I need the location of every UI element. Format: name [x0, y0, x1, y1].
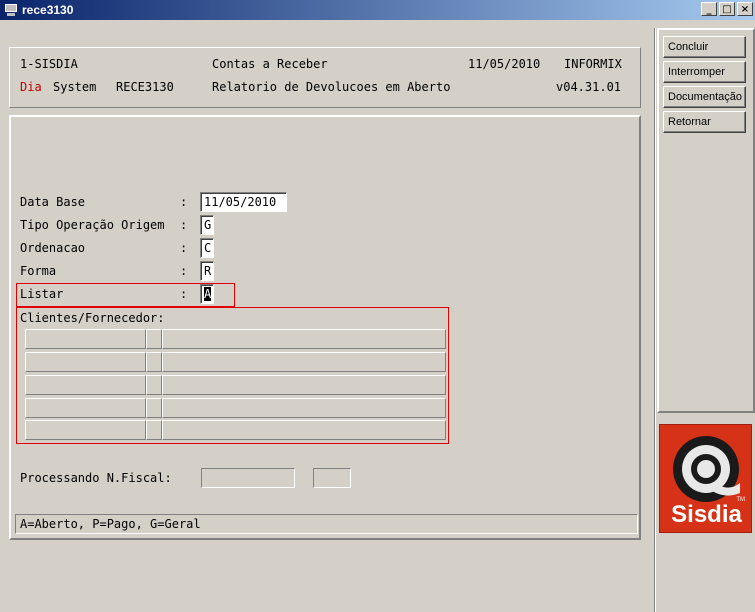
- forma-input[interactable]: R: [200, 261, 214, 281]
- report-title: Relatorio de Devolucoes em Aberto: [212, 80, 451, 94]
- tipo-operacao-input[interactable]: G: [200, 215, 214, 235]
- concluir-button[interactable]: Concluir: [663, 36, 746, 58]
- company-label: 1-SISDIA: [20, 57, 78, 71]
- sisdia-logo-icon: [673, 436, 740, 502]
- ordenacao-input[interactable]: C: [200, 238, 214, 258]
- database-label: INFORMIX: [564, 57, 622, 71]
- documentacao-button[interactable]: Documentação: [663, 86, 746, 108]
- status-help-text: A=Aberto, P=Pago, G=Geral: [15, 514, 638, 534]
- tipo-operacao-label: Tipo Operação Origem: [20, 218, 165, 232]
- logo-text: Sisdia: [671, 501, 742, 528]
- minimize-button[interactable]: _: [701, 2, 717, 16]
- program-label: RECE3130: [116, 80, 174, 94]
- brand-red-text: Dia: [20, 80, 42, 94]
- sisdia-logo: TM Sisdia: [659, 424, 752, 533]
- module-label: Contas a Receber: [212, 57, 328, 71]
- data-base-sep: :: [180, 195, 188, 209]
- forma-sep: :: [180, 264, 188, 278]
- listar-label: Listar: [20, 287, 64, 301]
- listar-input[interactable]: A: [200, 284, 214, 304]
- retornar-button[interactable]: Retornar: [663, 111, 746, 133]
- clientes-row[interactable]: [25, 352, 446, 372]
- clientes-row[interactable]: [25, 420, 446, 440]
- clientes-label: Clientes/Fornecedor:: [20, 311, 165, 325]
- interromper-button[interactable]: Interromper: [663, 61, 746, 83]
- ordenacao-sep: :: [180, 241, 188, 255]
- vertical-separator: [654, 28, 656, 612]
- nota-fiscal-field: [201, 468, 295, 488]
- title-bar: rece3130 _ □ ×: [0, 0, 755, 20]
- date-label: 11/05/2010: [468, 57, 541, 71]
- clientes-row[interactable]: [25, 329, 446, 349]
- forma-label: Forma: [20, 264, 57, 278]
- app-icon: [4, 3, 18, 17]
- window-title: rece3130: [22, 3, 74, 17]
- data-base-label: Data Base: [20, 195, 86, 209]
- clientes-row[interactable]: [25, 375, 446, 395]
- tipo-operacao-sep: :: [180, 218, 188, 232]
- version-label: v04.31.01: [556, 80, 622, 94]
- brand-text: System: [53, 80, 97, 94]
- ordenacao-label: Ordenacao: [20, 241, 86, 255]
- clientes-row[interactable]: [25, 398, 446, 418]
- listar-value: A: [204, 287, 212, 301]
- maximize-button[interactable]: □: [719, 2, 735, 16]
- close-button[interactable]: ×: [737, 2, 753, 16]
- listar-sep: :: [180, 287, 188, 301]
- nota-fiscal-serie-field: [313, 468, 351, 488]
- processando-label: Processando N.Fiscal:: [20, 471, 172, 485]
- data-base-input[interactable]: 11/05/2010: [200, 192, 287, 212]
- header-panel: 1-SISDIA Contas a Receber 11/05/2010 INF…: [9, 47, 641, 108]
